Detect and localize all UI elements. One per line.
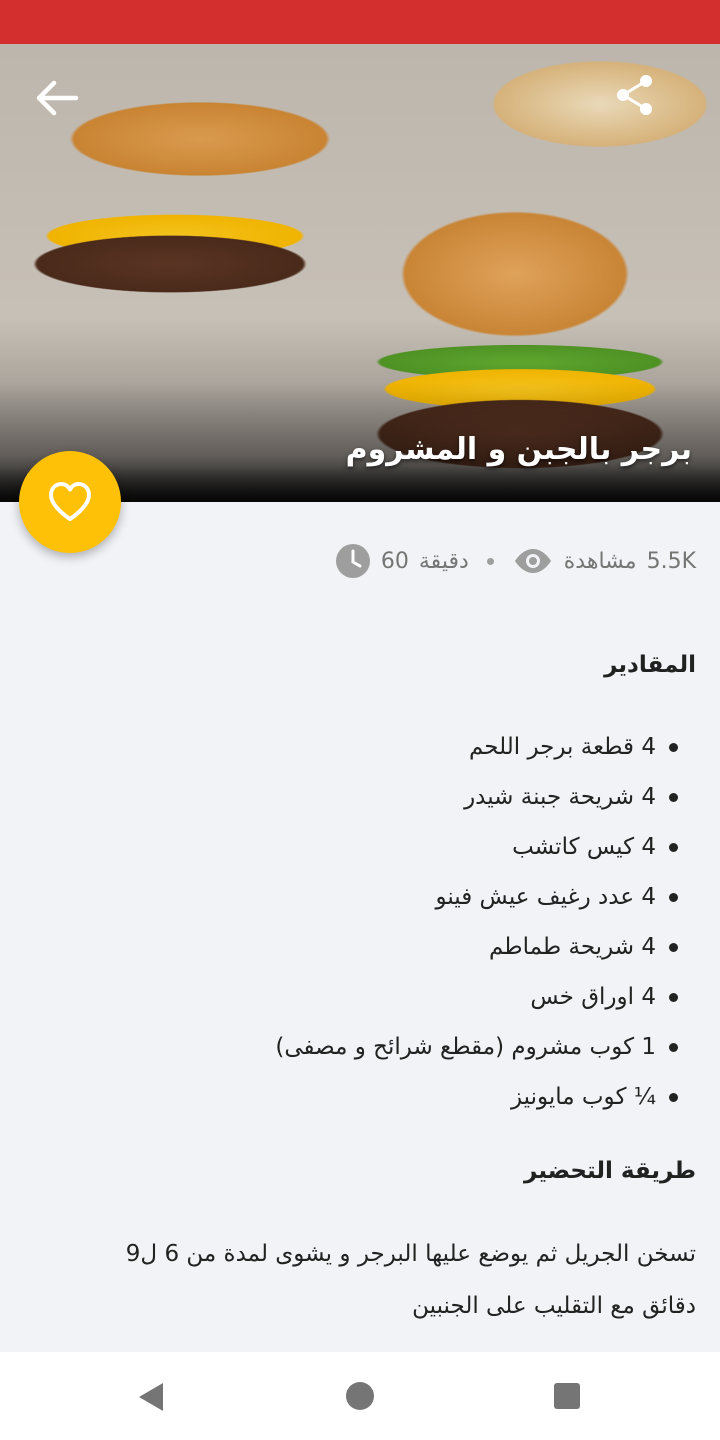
preparation-heading: طريقة التحضير bbox=[524, 1158, 696, 1184]
views-value: 5.5K bbox=[646, 548, 696, 574]
bullet-icon bbox=[669, 1043, 678, 1052]
ingredient-item: 4 كيس كاتشب bbox=[56, 822, 678, 872]
triangle-back-icon bbox=[139, 1383, 163, 1411]
recipe-title: برجر بالجبن و المشروم bbox=[345, 432, 692, 467]
bullet-icon bbox=[669, 943, 678, 952]
nav-home-button[interactable] bbox=[346, 1382, 374, 1410]
ingredient-text: 4 شريحة طماطم bbox=[488, 934, 656, 960]
ingredient-text: 1 كوب مشروم (مقطع شرائح و مصفى) bbox=[275, 1034, 656, 1060]
back-button[interactable] bbox=[32, 78, 80, 118]
clock-icon bbox=[335, 544, 370, 578]
favorite-button[interactable] bbox=[19, 451, 121, 553]
share-button[interactable] bbox=[616, 74, 654, 116]
bullet-icon bbox=[669, 793, 678, 802]
ingredient-text: 4 عدد رغيف عيش فينو bbox=[435, 884, 656, 910]
bullet-icon bbox=[669, 993, 678, 1002]
meta-separator-dot bbox=[486, 557, 494, 565]
nav-recents-button[interactable] bbox=[554, 1383, 580, 1409]
bullet-icon bbox=[669, 743, 678, 752]
ingredient-item: 1 كوب مشروم (مقطع شرائح و مصفى) bbox=[56, 1022, 678, 1072]
ingredients-list: 4 قطعة برجر اللحم 4 شريحة جبنة شيدر 4 كي… bbox=[56, 722, 678, 1122]
cook-time-value: 60 bbox=[380, 548, 409, 574]
ingredient-item: 4 شريحة طماطم bbox=[56, 922, 678, 972]
ingredient-item: 4 عدد رغيف عيش فينو bbox=[56, 872, 678, 922]
ingredient-text: 4 اوراق خس bbox=[530, 984, 656, 1010]
heart-outline-icon bbox=[49, 482, 91, 521]
ingredient-item: ¼ كوب مايونيز bbox=[56, 1072, 678, 1122]
ingredient-item: 4 شريحة جبنة شيدر bbox=[56, 772, 678, 822]
status-bar bbox=[0, 0, 720, 44]
bullet-icon bbox=[669, 843, 678, 852]
bullet-icon bbox=[669, 893, 678, 902]
nav-back-button[interactable] bbox=[137, 1382, 165, 1416]
arrow-back-icon bbox=[36, 80, 79, 116]
ingredient-text: 4 شريحة جبنة شيدر bbox=[464, 784, 656, 810]
cook-time-unit: دقيقة bbox=[418, 548, 469, 574]
ingredient-text: 4 كيس كاتشب bbox=[512, 834, 656, 860]
share-icon bbox=[617, 75, 652, 115]
bullet-icon bbox=[669, 1093, 678, 1102]
ingredient-item: 4 اوراق خس bbox=[56, 972, 678, 1022]
ingredient-text: ¼ كوب مايونيز bbox=[510, 1084, 656, 1110]
ingredients-heading: المقادير bbox=[604, 652, 696, 678]
preparation-text: تسخن الجريل ثم يوضع عليها البرجر و يشوى … bbox=[125, 1241, 696, 1319]
recipe-meta: 60 دقيقة مشاهدة 5.5K bbox=[335, 540, 696, 582]
views-label: مشاهدة bbox=[563, 548, 637, 574]
eye-icon bbox=[514, 549, 551, 573]
ingredient-item: 4 قطعة برجر اللحم bbox=[56, 722, 678, 772]
ingredient-text: 4 قطعة برجر اللحم bbox=[468, 734, 656, 760]
